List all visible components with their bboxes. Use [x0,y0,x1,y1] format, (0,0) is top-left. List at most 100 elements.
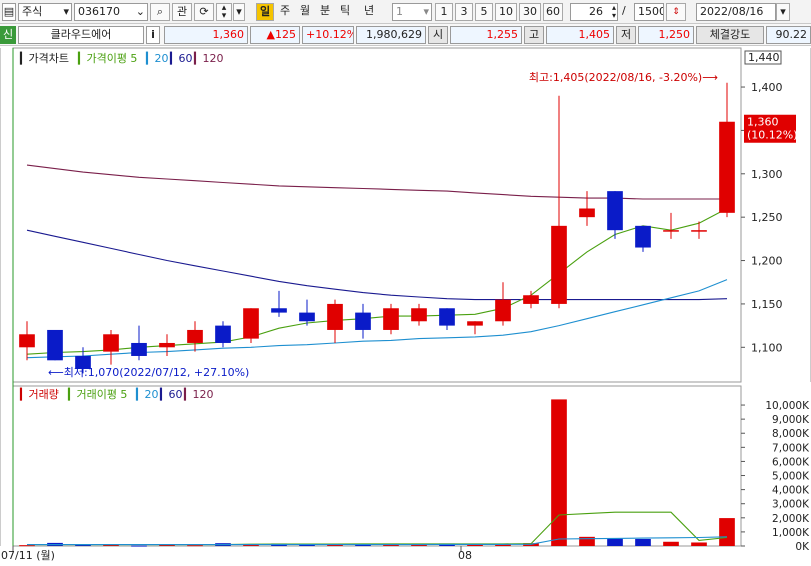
high-price: 1,405 [546,26,614,44]
volume-tick-label: 8,000K [772,428,810,440]
change-percent: +10.12% [302,26,354,44]
market-select-value: 주식 [22,5,43,18]
count-separator: / [622,4,626,17]
dropdown-icon[interactable]: ▾ [233,3,245,21]
period-month-button[interactable]: 월 [296,3,314,21]
period-minute-button[interactable]: 분 [316,3,334,21]
candle-body [411,308,427,322]
candle-body [635,225,651,248]
info-button[interactable]: i [146,26,160,44]
count-input[interactable]: 26 ▴ ▾ [570,3,618,21]
preset-60-button[interactable]: 60 [543,3,563,21]
candle-body [271,308,287,313]
chart-frame [0,47,811,547]
high-annotation: 최고:1,405(2022/08/16, -3.20%)⟶ [529,71,718,84]
volume-bar [691,542,707,546]
candle-body [439,308,455,326]
price-change: ▲125 [250,26,300,44]
volume-tick-label: 7,000K [772,442,810,454]
chevron-down-icon: ⌄ [135,5,145,18]
volume-legend-ma120: ▎120 [183,387,213,401]
new-badge: 신 [0,26,16,44]
volume-tick-label: 2,000K [772,513,810,525]
low-label: 저 [616,26,636,44]
candle-body [663,230,679,232]
chevron-down-icon: ▾ [63,5,69,18]
interval-select[interactable]: 1 ▾ [392,3,432,21]
price-tick-label: 1,400 [751,81,783,94]
candle-body [523,295,539,304]
price-tick-label: 1,200 [751,255,783,268]
stock-chart[interactable]: 1,4001,3501,3001,2501,2001,1501,1001,440… [0,46,811,563]
volume-legend-ma20: ▎20 [135,387,158,401]
price-tick-label: 1,250 [751,211,783,224]
sync-icon[interactable]: ⟳ [194,3,214,21]
top-price-label: 1,440 [748,51,780,64]
candle-body [691,230,707,232]
low-price: 1,250 [638,26,694,44]
volume-bar [551,399,567,546]
low-annotation: ⟵최저:1,070(2022/07/12, +27.10%) [48,366,249,379]
candle-body [159,342,175,348]
volume-bar [607,538,623,546]
volume-legend-ma60: ▎60 [159,387,182,401]
volume-tick-label: 4,000K [772,485,810,497]
price-legend-title: ▎가격차트 [19,51,69,65]
volume-tick-label: 0K [795,541,810,553]
total-value: 1500 [638,5,664,18]
current-price-tag-value: 1,360 [747,116,779,129]
date-select[interactable]: 2022/08/16 [696,3,776,21]
preset-5-button[interactable]: 5 [475,3,493,21]
volume-legend-title: ▎거래량 [19,387,59,401]
volume-bar [663,541,679,546]
chart-area[interactable]: 1,4001,3501,3001,2501,2001,1501,1001,440… [0,46,811,563]
total-input[interactable]: 1500 [634,3,664,21]
candle-body [19,334,35,348]
preset-1-button[interactable]: 1 [435,3,453,21]
volume-tick-label: 10,000K [765,400,810,412]
period-day-button[interactable]: 일 [256,3,274,21]
strength-value: 90.22 [766,26,811,44]
candle-body [327,303,343,330]
price-tick-label: 1,150 [751,298,783,311]
trade-volume: 1,980,629 [356,26,426,44]
open-price: 1,255 [450,26,522,44]
price-panel [12,47,742,383]
candle-body [47,329,63,361]
candle-body [467,321,483,326]
search-icon[interactable]: ⌕ [150,3,170,21]
count-value: 26 [589,5,603,18]
period-year-button[interactable]: 년 [358,3,380,21]
preset-30-button[interactable]: 30 [519,3,541,21]
preset-10-button[interactable]: 10 [495,3,517,21]
preset-3-button[interactable]: 3 [455,3,473,21]
menu-toggle-button[interactable]: ▤ [2,3,16,21]
updown-icon[interactable]: ▴ ▾ [216,3,232,21]
toolbar: ▤ 주식 ▾ 036170 ⌄ ⌕ 관 ⟳ ▴ ▾ ▾ 일 주 월 분 틱 년 1 ▾ … [0,0,811,24]
current-price-tag-percent: (10.12%) [747,129,798,142]
price-tick-label: 1,100 [751,341,783,354]
price-tick-label: 1,300 [751,168,783,181]
volume-bar [131,545,147,547]
candle-body [495,299,511,322]
candle-body [607,191,623,231]
quote-bar: 신 클라우드에어 i 1,360 ▲125 +10.12% 1,980,629 … [0,24,811,46]
price-legend-ma60: ▎60 [169,51,192,65]
candle-body [299,312,315,322]
period-week-button[interactable]: 주 [276,3,294,21]
volume-tick-label: 9,000K [772,414,810,426]
volume-bar [719,518,735,546]
calendar-dropdown-icon[interactable]: ▾ [776,3,790,21]
candle-body [355,312,371,330]
period-tick-button[interactable]: 틱 [336,3,354,21]
current-price: 1,360 [164,26,248,44]
volume-bar [187,545,203,547]
stock-code-input[interactable]: 036170 ⌄ [74,3,148,21]
interval-value: 1 [396,5,403,18]
candle-body [103,334,119,352]
volume-tick-label: 1,000K [772,527,810,539]
market-select[interactable]: 주식 ▾ [18,3,72,21]
watch-button[interactable]: 관 [172,3,192,21]
volume-bar [19,545,35,547]
expand-icon[interactable]: ⇕ [666,3,686,21]
